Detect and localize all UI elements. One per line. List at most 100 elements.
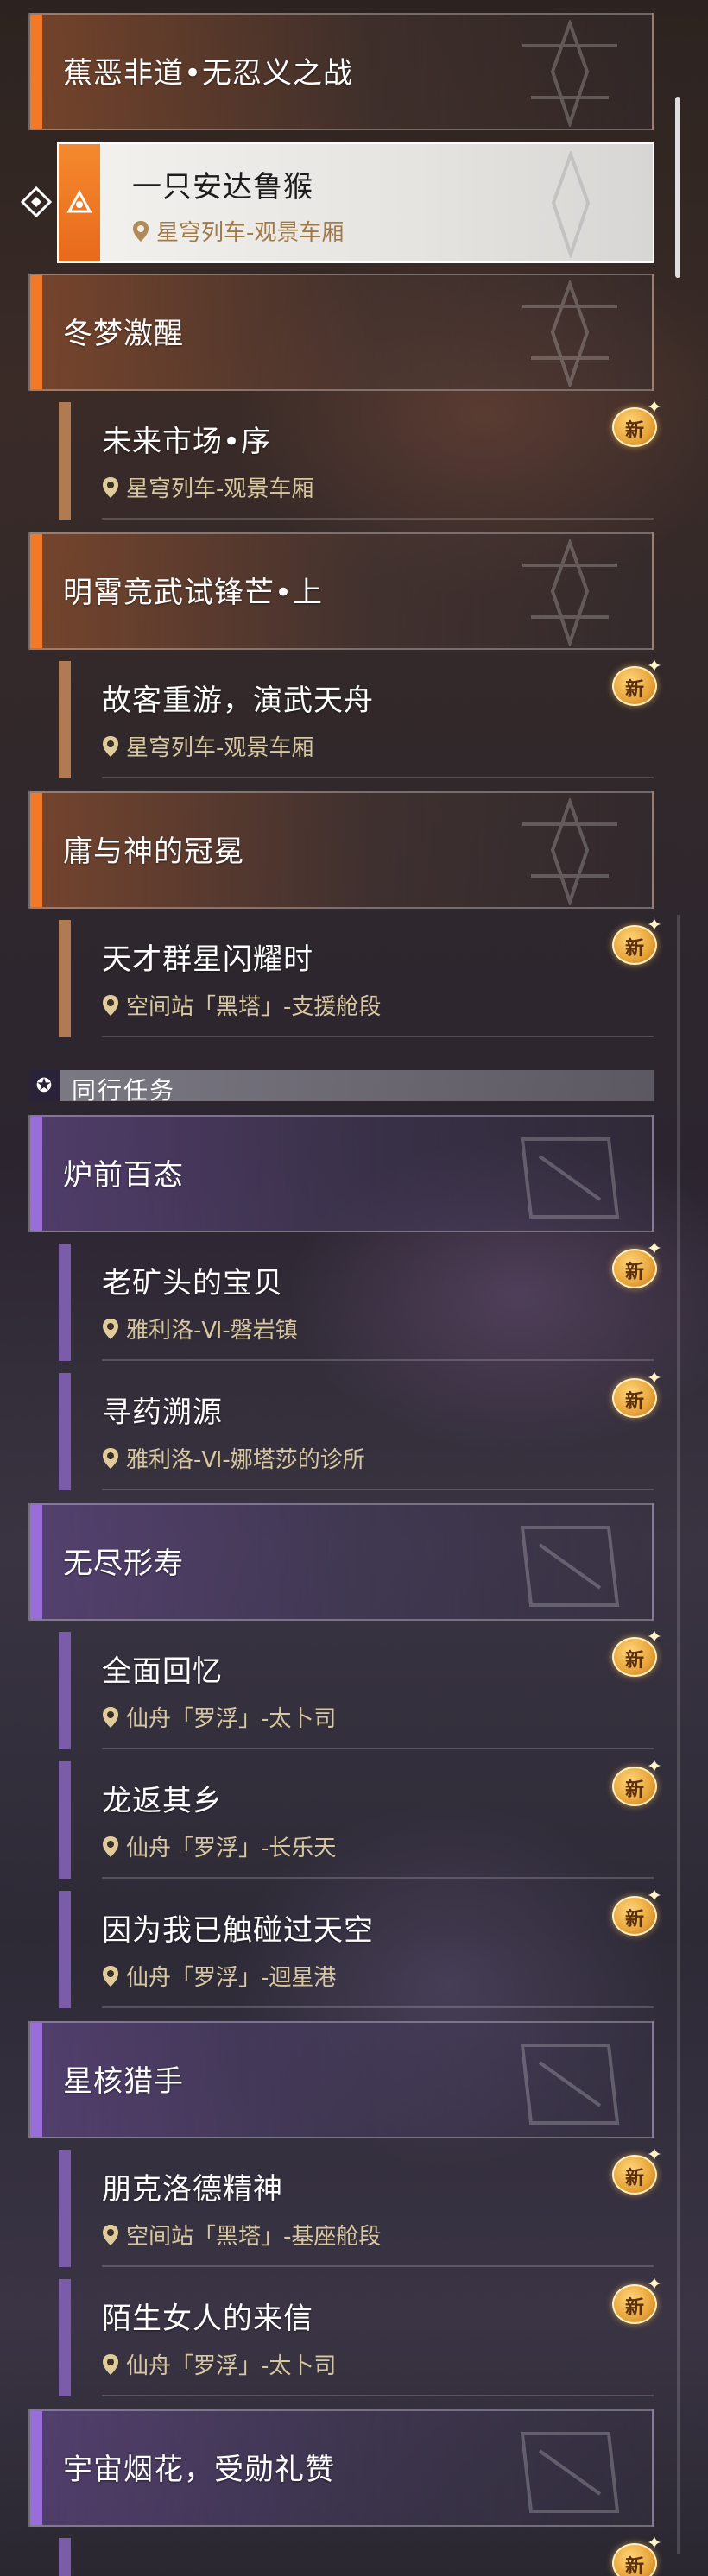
divider	[102, 2006, 654, 2008]
accent-stripe	[59, 661, 71, 778]
quest-title: 老矿头的宝贝	[102, 1266, 283, 1301]
list-item[interactable]: 全面回忆 仙舟「罗浮」-太卜司	[59, 1632, 654, 1749]
accent-stripe	[30, 2411, 42, 2525]
location-text: 空间站「黑塔」-支援舱段	[126, 994, 382, 1020]
location-text: 仙舟「罗浮」-长乐天	[126, 1836, 337, 1861]
chapter-header[interactable]: 星核猎手	[28, 2021, 654, 2138]
list-item[interactable]: 因为我已触碰过天空 仙舟「罗浮」-迴星港	[59, 1891, 654, 2008]
chapter-title: 蕉恶非道•无忍义之战	[63, 56, 354, 91]
list-item[interactable]: 老矿头的宝贝 雅利洛-Ⅵ-磐岩镇	[59, 1244, 654, 1361]
chapter-title: 炉前百态	[63, 1158, 184, 1193]
quest-title: 陌生女人的来信	[102, 2302, 313, 2336]
location-pin-icon	[103, 2353, 118, 2375]
new-badge: 新 ✦	[612, 916, 662, 965]
star-icon: ✪	[28, 1070, 60, 1101]
location-pin-icon	[103, 1965, 118, 1987]
chapter-header[interactable]: 冬梦激醒	[28, 274, 654, 391]
list-item[interactable]: 朋克洛德精神 空间站「黑塔」-基座舱段	[59, 2150, 654, 2267]
chapter-header[interactable]: 蕉恶非道•无忍义之战	[28, 13, 654, 130]
chapter-title: 宇宙烟花，受勋礼赞	[63, 2453, 335, 2487]
chapter-header[interactable]: 宇宙烟花，受勋礼赞	[28, 2409, 654, 2527]
quest-location: 仙舟「罗浮」-太卜司	[102, 2348, 336, 2380]
divider	[102, 2265, 654, 2267]
accent-stripe	[59, 402, 71, 520]
location-pin-icon	[103, 476, 118, 498]
chapter-emblem-icon	[520, 2044, 620, 2125]
list-item[interactable]	[59, 2538, 654, 2576]
accent-stripe	[59, 1761, 71, 1879]
accent-stripe	[59, 920, 71, 1037]
location-text: 星穹列车-观景车厢	[126, 735, 314, 761]
divider	[102, 1748, 654, 1749]
location-pin-icon	[103, 2224, 118, 2245]
list-item[interactable]: 龙返其乡 仙舟「罗浮」-长乐天	[59, 1761, 654, 1879]
chapter-emblem-icon	[520, 2432, 620, 2513]
accent-stripe	[30, 534, 42, 648]
new-badge: 新 ✦	[612, 1758, 662, 1806]
list-item[interactable]: 天才群星闪耀时 空间站「黑塔」-支援舱段	[59, 920, 654, 1037]
quest-location: 星穹列车-观景车厢	[132, 215, 344, 247]
new-badge: 新 ✦	[612, 1628, 662, 1677]
accent-stripe	[30, 15, 42, 129]
location-text: 雅利洛-Ⅵ-娜塔莎的诊所	[126, 1447, 365, 1473]
new-badge: 新 ✦	[612, 1240, 662, 1288]
new-badge: 新 ✦	[612, 1370, 662, 1418]
quest-title: 因为我已触碰过天空	[102, 1913, 374, 1948]
list-item[interactable]: 陌生女人的来信 仙舟「罗浮」-太卜司	[59, 2279, 654, 2396]
chapter-header[interactable]: 炉前百态	[28, 1115, 654, 1232]
new-badge: 新 ✦	[612, 399, 662, 447]
quest-location: 雅利洛-Ⅵ-娜塔莎的诊所	[102, 1442, 365, 1474]
scrollbar[interactable]	[675, 97, 680, 278]
accent-stripe	[59, 2538, 71, 2576]
chapter-emblem-icon	[522, 20, 617, 127]
quest-location: 星穹列车-观景车厢	[102, 471, 313, 503]
chapter-emblem-icon	[520, 1526, 620, 1607]
scroll-track	[677, 915, 680, 2554]
location-text: 雅利洛-Ⅵ-磐岩镇	[126, 1318, 298, 1344]
chapter-header[interactable]: 庸与神的冠冕	[28, 791, 654, 909]
selected-quest[interactable]: 一只安达鲁猴 星穹列车-观景车厢	[57, 142, 654, 263]
section-header: ✪ 同行任务	[28, 1070, 654, 1105]
chapter-title: 冬梦激醒	[63, 317, 184, 351]
location-text: 星穹列车-观景车厢	[156, 220, 345, 246]
location-text: 仙舟「罗浮」-迴星港	[126, 1965, 337, 1991]
quest-title: 全面回忆	[102, 1654, 223, 1689]
accent-stripe	[30, 1117, 42, 1231]
list-item[interactable]: 故客重游，演武天舟 星穹列车-观景车厢	[59, 661, 654, 778]
location-text: 空间站「黑塔」-基座舱段	[126, 2224, 382, 2250]
accent-stripe	[59, 2279, 71, 2396]
accent-stripe	[59, 2150, 71, 2267]
accent-stripe	[30, 793, 42, 907]
quest-location: 空间站「黑塔」-支援舱段	[102, 989, 381, 1021]
quest-title: 一只安达鲁猴	[132, 170, 313, 205]
accent-stripe	[30, 2023, 42, 2137]
chapter-emblem-icon	[522, 798, 617, 905]
chapter-header[interactable]: 无尽形寿	[28, 1503, 654, 1621]
quest-location: 空间站「黑塔」-基座舱段	[102, 2219, 381, 2251]
accent-stripe	[59, 1891, 71, 2008]
new-badge: 新 ✦	[612, 658, 662, 706]
chapter-title: 无尽形寿	[63, 1546, 184, 1581]
new-badge: 新 ✦	[612, 1887, 662, 1936]
quest-location: 仙舟「罗浮」-迴星港	[102, 1960, 336, 1992]
new-badge: 新 ✦	[612, 2535, 662, 2576]
location-pin-icon	[133, 220, 149, 242]
accent-stripe	[59, 1373, 71, 1490]
accent-stripe	[30, 1505, 42, 1619]
quest-location: 仙舟「罗浮」-太卜司	[102, 1701, 336, 1733]
selected-pointer-icon	[21, 186, 53, 218]
quest-type-icon	[59, 144, 100, 261]
location-text: 星穹列车-观景车厢	[126, 476, 314, 502]
list-item[interactable]: 未来市场•序 星穹列车-观景车厢	[59, 402, 654, 520]
chapter-emblem-icon	[522, 539, 617, 646]
list-item[interactable]: 寻药溯源 雅利洛-Ⅵ-娜塔莎的诊所	[59, 1373, 654, 1490]
divider	[102, 1036, 654, 1037]
location-pin-icon	[103, 735, 118, 757]
accent-stripe	[59, 1244, 71, 1361]
chapter-emblem-icon	[520, 1137, 620, 1219]
location-pin-icon	[103, 1318, 118, 1339]
divider	[102, 518, 654, 520]
accent-stripe	[30, 275, 42, 389]
chapter-header[interactable]: 明霄竞武试锋芒•上	[28, 532, 654, 650]
divider	[102, 777, 654, 778]
